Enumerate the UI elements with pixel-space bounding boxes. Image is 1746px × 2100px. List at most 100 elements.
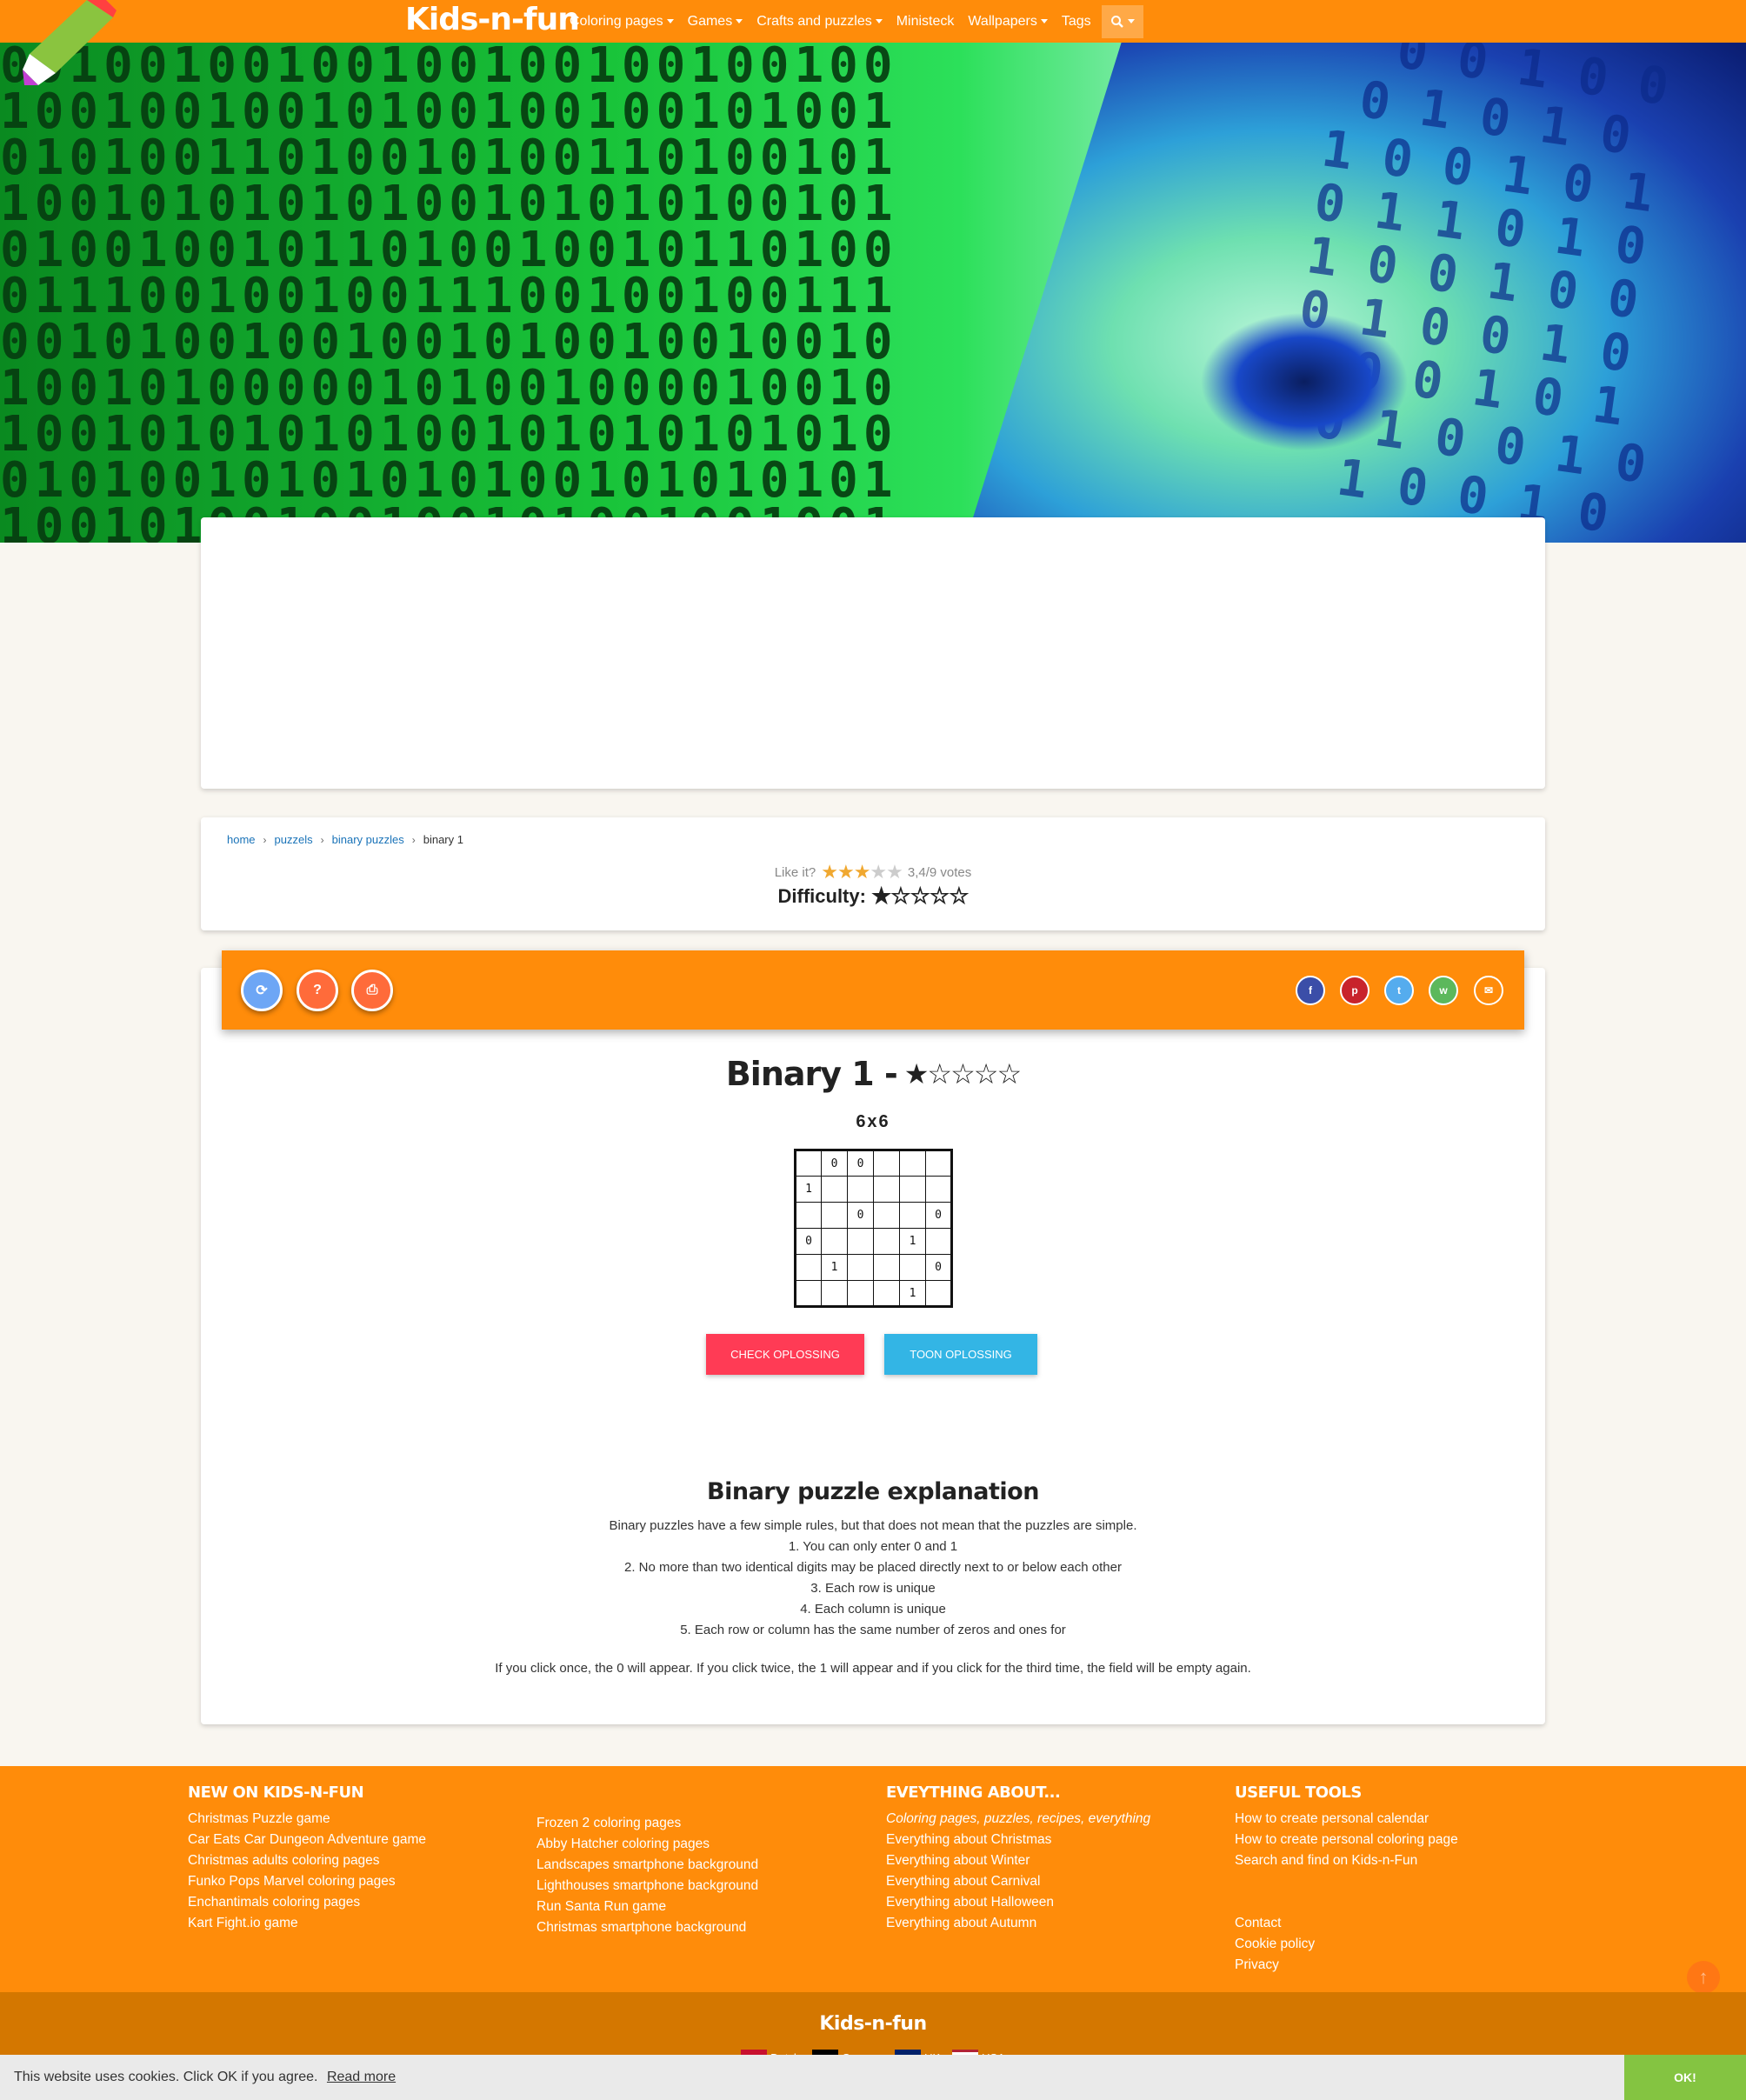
- footer-subtitle[interactable]: Coloring pages, puzzles, recipes, everyt…: [886, 1809, 1199, 1830]
- footer-link-privacy[interactable]: Privacy: [1235, 1955, 1548, 1976]
- grid-cell[interactable]: [847, 1228, 874, 1255]
- refresh-button[interactable]: ⟳: [241, 970, 283, 1011]
- footer-link[interactable]: Run Santa Run game: [536, 1897, 850, 1917]
- footer-link[interactable]: Everything about Winter: [886, 1850, 1199, 1871]
- hero-binary-pattern: 00100100100100100100100100 1001001001010…: [0, 43, 898, 543]
- grid-cell[interactable]: [795, 1202, 822, 1229]
- grid-cell[interactable]: 1: [821, 1254, 848, 1281]
- help-button[interactable]: ?: [297, 970, 338, 1011]
- share-pinterest-button[interactable]: p: [1340, 976, 1369, 1005]
- breadcrumb-separator: ›: [263, 833, 267, 846]
- cookie-ok-button[interactable]: OK!: [1624, 2055, 1746, 2100]
- site-logo-pencil-icon[interactable]: [19, 0, 123, 91]
- grid-cell[interactable]: [795, 1150, 822, 1177]
- facebook-icon: f: [1309, 984, 1312, 997]
- grid-cell[interactable]: 0: [821, 1150, 848, 1177]
- grid-cell[interactable]: [899, 1150, 926, 1177]
- nav-item-ministeck[interactable]: Ministeck: [896, 14, 955, 30]
- footer-link[interactable]: Everything about Carnival: [886, 1871, 1199, 1892]
- nav-item-coloring-pages[interactable]: Coloring pages: [570, 14, 674, 30]
- grid-cell[interactable]: 0: [925, 1202, 952, 1229]
- share-twitter-button[interactable]: t: [1384, 976, 1414, 1005]
- grid-cell[interactable]: [873, 1150, 900, 1177]
- grid-cell[interactable]: [821, 1176, 848, 1203]
- footer-link[interactable]: Abby Hatcher coloring pages: [536, 1834, 850, 1855]
- grid-cell[interactable]: [847, 1254, 874, 1281]
- grid-cell[interactable]: [873, 1280, 900, 1307]
- grid-cell[interactable]: [847, 1280, 874, 1307]
- breadcrumb-separator: ›: [411, 833, 416, 846]
- grid-cell[interactable]: [821, 1202, 848, 1229]
- rating-stars[interactable]: ★★★★★: [821, 861, 903, 883]
- nav-item-crafts-and-puzzles[interactable]: Crafts and puzzles: [756, 14, 883, 30]
- search-dropdown-button[interactable]: [1101, 4, 1143, 38]
- grid-cell[interactable]: [795, 1254, 822, 1281]
- footer-link[interactable]: Landscapes smartphone background: [536, 1855, 850, 1876]
- grid-cell[interactable]: [873, 1228, 900, 1255]
- share-whatsapp-button[interactable]: w: [1429, 976, 1458, 1005]
- rating-stars-on[interactable]: ★★★: [821, 861, 870, 883]
- grid-cell[interactable]: [821, 1228, 848, 1255]
- grid-cell[interactable]: [795, 1280, 822, 1307]
- grid-cell[interactable]: [873, 1254, 900, 1281]
- grid-cell[interactable]: 1: [899, 1228, 926, 1255]
- share-facebook-button[interactable]: f: [1296, 976, 1325, 1005]
- whatsapp-icon: w: [1439, 984, 1448, 997]
- grid-cell[interactable]: [925, 1176, 952, 1203]
- back-to-top-arrow-icon[interactable]: ↑: [1687, 1961, 1720, 1994]
- footer-link-contact[interactable]: Contact: [1235, 1913, 1548, 1934]
- footer-link[interactable]: Christmas smartphone background: [536, 1917, 850, 1938]
- footer-link[interactable]: Kart Fight.io game: [188, 1913, 501, 1934]
- grid-cell[interactable]: [873, 1176, 900, 1203]
- nav-item-wallpapers[interactable]: Wallpapers: [968, 14, 1048, 30]
- cookie-read-more-link[interactable]: Read more: [327, 2070, 396, 2084]
- grid-cell[interactable]: 1: [795, 1176, 822, 1203]
- footer-col-title: USEFUL TOOLS: [1235, 1783, 1362, 1802]
- puzzle-card: Binary 1 - ★☆☆☆☆ 6x6 0010001101 Check op…: [201, 968, 1545, 1724]
- grid-cell[interactable]: [899, 1254, 926, 1281]
- nav-item-label: Tags: [1061, 13, 1091, 29]
- grid-cell[interactable]: [821, 1280, 848, 1307]
- grid-cell[interactable]: [925, 1280, 952, 1307]
- grid-cell[interactable]: [925, 1228, 952, 1255]
- footer-link[interactable]: Christmas adults coloring pages: [188, 1850, 501, 1871]
- footer-link-cookie-policy[interactable]: Cookie policy: [1235, 1934, 1548, 1955]
- rating-stars-off[interactable]: ★★: [870, 861, 903, 883]
- grid-cell[interactable]: [925, 1150, 952, 1177]
- nav-item-games[interactable]: Games: [688, 14, 743, 30]
- breadcrumb-binary-puzzles[interactable]: binary puzzles: [332, 833, 404, 846]
- footer-link[interactable]: Everything about Autumn: [886, 1913, 1199, 1934]
- breadcrumb-home[interactable]: home: [227, 833, 256, 846]
- grid-row: 01: [795, 1228, 952, 1255]
- grid-cell[interactable]: [873, 1202, 900, 1229]
- grid-cell[interactable]: [899, 1176, 926, 1203]
- grid-cell[interactable]: 0: [795, 1228, 822, 1255]
- grid-cell[interactable]: 0: [925, 1254, 952, 1281]
- site-brand[interactable]: Kids-n-fun: [405, 0, 580, 43]
- grid-cell[interactable]: [899, 1202, 926, 1229]
- footer-link[interactable]: Everything about Christmas: [886, 1830, 1199, 1850]
- grid-cell[interactable]: [847, 1176, 874, 1203]
- footer-link[interactable]: Car Eats Car Dungeon Adventure game: [188, 1830, 501, 1850]
- footer-brand[interactable]: Kids-n-fun: [0, 2013, 1746, 2035]
- footer-link[interactable]: Search and find on Kids-n-Fun: [1235, 1850, 1548, 1871]
- footer-link[interactable]: How to create personal calendar: [1235, 1809, 1548, 1830]
- footer-link[interactable]: Funko Pops Marvel coloring pages: [188, 1871, 501, 1892]
- show-solution-button[interactable]: Toon oplossing: [884, 1334, 1037, 1375]
- footer-link[interactable]: Lighthouses smartphone background: [536, 1876, 850, 1897]
- nav-item-tags[interactable]: Tags: [1062, 14, 1091, 30]
- share-mail-button[interactable]: ✉: [1474, 976, 1503, 1005]
- grid-cell[interactable]: 0: [847, 1150, 874, 1177]
- footer-link[interactable]: How to create personal coloring page: [1235, 1830, 1548, 1850]
- puzzle-grid: 0010001101: [794, 1149, 953, 1308]
- grid-cell[interactable]: 0: [847, 1202, 874, 1229]
- grid-cell[interactable]: 1: [899, 1280, 926, 1307]
- footer-link[interactable]: Frozen 2 coloring pages: [536, 1813, 850, 1834]
- footer-link[interactable]: Enchantimals coloring pages: [188, 1892, 501, 1913]
- check-solution-button[interactable]: Check oplossing: [706, 1334, 864, 1375]
- breadcrumb-puzzels[interactable]: puzzels: [275, 833, 313, 846]
- ad-placeholder: [201, 517, 1545, 789]
- footer-link[interactable]: Christmas Puzzle game: [188, 1809, 501, 1830]
- print-button[interactable]: ⎙: [351, 970, 393, 1011]
- footer-link[interactable]: Everything about Halloween: [886, 1892, 1199, 1913]
